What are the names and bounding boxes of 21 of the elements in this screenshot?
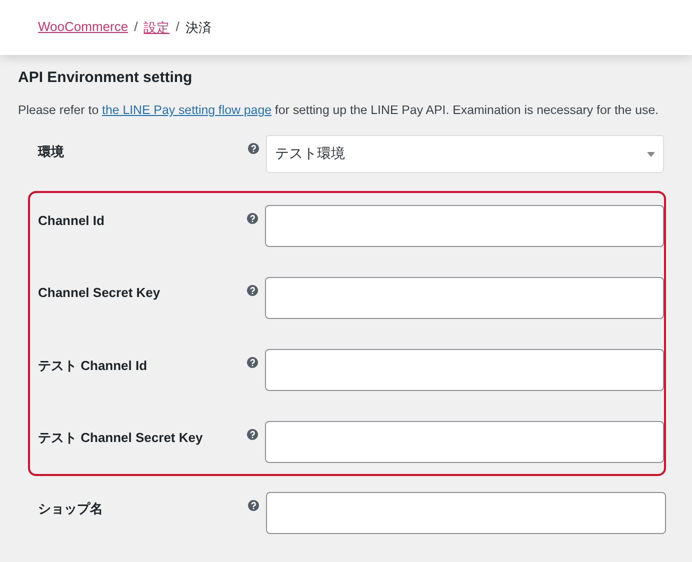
- breadcrumb-separator: /: [134, 18, 138, 36]
- input-field[interactable]: [266, 492, 666, 534]
- caret-icon: [647, 152, 655, 156]
- field-label: Channel Id: [38, 212, 106, 228]
- breadcrumb-link[interactable]: 設定: [144, 18, 170, 36]
- field-label: ショップ名: [38, 500, 104, 518]
- input-field[interactable]: [265, 205, 664, 247]
- section-title: API Environment setting: [18, 69, 194, 86]
- input-field[interactable]: [265, 349, 664, 391]
- breadcrumb-link[interactable]: WooCommerce: [38, 18, 128, 36]
- field-label: テスト Channel Secret Key: [38, 429, 204, 447]
- field-label: テスト Channel Id: [38, 357, 148, 375]
- description-text: Please refer to the LINE Pay setting flow page for setting up the LINE Pay API. Examination is necessary for the use.: [18, 103, 660, 117]
- environment-select[interactable]: テスト環境: [266, 135, 664, 173]
- breadcrumb-current: 決済: [185, 18, 212, 36]
- field-label: Channel Secret Key: [38, 284, 162, 300]
- input-field[interactable]: [265, 421, 664, 463]
- breadcrumb-separator: /: [176, 18, 180, 36]
- input-field[interactable]: [265, 277, 664, 319]
- flow-page-link[interactable]: the LINE Pay setting flow page: [102, 103, 272, 117]
- field-label: 環境: [38, 143, 65, 161]
